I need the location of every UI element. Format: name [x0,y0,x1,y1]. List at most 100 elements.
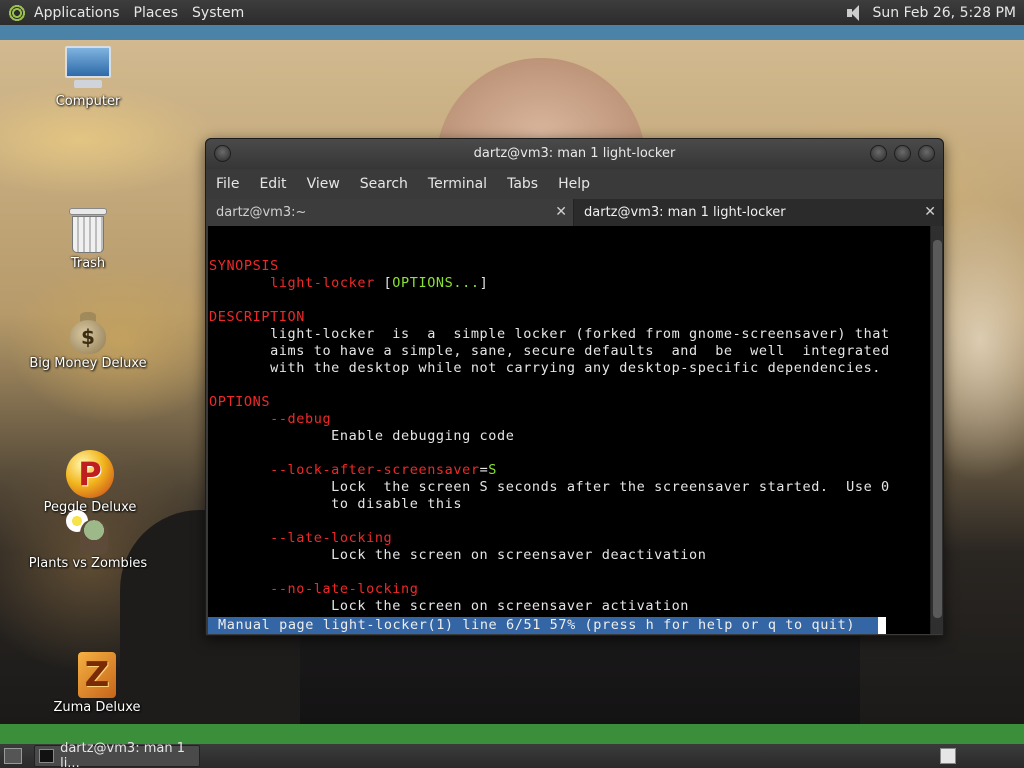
desktop-icon-label: Computer [55,94,121,109]
window-title: dartz@vm3: man 1 light-locker [473,146,676,161]
terminal-line: to disable this [208,496,930,513]
terminal-line: DESCRIPTION [208,309,930,326]
bottom-panel: dartz@vm3: man 1 li... [0,741,1024,768]
terminal-line: --late-locking [208,530,930,547]
show-desktop-icon[interactable] [4,748,22,764]
tab-close-icon[interactable]: ✕ [555,199,567,226]
terminal-text-segment: light-locker is a simple locker (forked … [209,326,890,342]
top-panel: Applications Places System Sun Feb 26, 5… [0,0,1024,25]
tab-label: dartz@vm3:~ [216,205,307,220]
terminal-text-segment: = [479,462,489,478]
menu-tabs[interactable]: Tabs [507,176,538,192]
taskbar-button-terminal[interactable]: dartz@vm3: man 1 li... [34,741,200,768]
top-panel-strip [0,25,1024,40]
terminal-line: Lock the screen on screensaver deactivat… [208,547,930,564]
menu-help[interactable]: Help [558,176,590,192]
desktop-icon-trash[interactable]: Trash [28,208,148,271]
terminal-line: Lock the screen on screensaver activatio… [208,598,930,615]
terminal-text-segment: to disable this [209,496,463,512]
terminal-text-segment: Lock the screen on screensaver deactivat… [209,547,707,563]
desktop-icon-label: Trash [70,256,106,271]
places-menu[interactable]: Places [134,5,179,21]
terminal-text-segment: --lock-after-screensaver [270,462,480,478]
tab-man-light-locker[interactable]: dartz@vm3: man 1 light-locker ✕ [574,199,943,226]
tab-home[interactable]: dartz@vm3:~ ✕ [206,199,574,226]
tab-label: dartz@vm3: man 1 light-locker [584,205,786,220]
desktop-icon-peggle-deluxe[interactable]: P Peggle Deluxe [30,450,150,515]
terminal-text-segment: --late-locking [270,530,393,546]
system-menu[interactable]: System [192,5,244,21]
terminal-cursor [878,617,886,634]
menu-search[interactable]: Search [360,176,408,192]
terminal-text-segment: --no-late-locking [270,581,419,597]
terminal-text-segment: ] [479,275,489,291]
desktop-icon-label: Big Money Deluxe [29,356,147,371]
distro-logo-icon[interactable] [8,3,26,22]
desktop-icon-computer[interactable]: Computer [28,46,148,109]
maximize-button[interactable] [894,145,911,162]
money-bag-icon: $ [70,312,106,354]
terminal-line: --debug [208,411,930,428]
workspace-switcher-icon[interactable] [940,748,956,764]
menu-edit[interactable]: Edit [259,176,286,192]
terminal-text-segment: Lock the screen on screensaver activatio… [209,598,690,614]
applications-menu[interactable]: Applications [34,5,120,21]
menu-file[interactable]: File [216,176,239,192]
desktop-icon-big-money-deluxe[interactable]: $ Big Money Deluxe [28,312,148,371]
terminal-line: --no-late-locking [208,581,930,598]
plants-vs-zombies-icon [66,510,110,554]
close-button[interactable] [918,145,935,162]
scrollbar-thumb[interactable] [933,240,942,618]
tab-close-icon[interactable]: ✕ [924,199,936,226]
terminal-line: Enable debugging code [208,428,930,445]
terminal-text-segment: aims to have a simple, sane, secure defa… [209,343,890,359]
man-page-text: SYNOPSIS light-locker [OPTIONS...] DESCR… [208,258,930,634]
desktop-icon-plants-vs-zombies[interactable]: Plants vs Zombies [28,510,148,571]
window-titlebar[interactable]: dartz@vm3: man 1 light-locker [206,139,943,169]
terminal-text-segment: OPTIONS... [392,275,480,291]
terminal-menubar: File Edit View Search Terminal Tabs Help [206,169,943,199]
zuma-icon: Z [78,652,116,698]
terminal-text-segment: OPTIONS [209,394,271,410]
peggle-icon: P [66,450,114,498]
terminal-text-segment: S [488,462,498,478]
terminal-text-segment: DESCRIPTION [209,309,306,325]
terminal-line: OPTIONS [208,394,930,411]
terminal-scrollbar[interactable] [930,226,943,634]
terminal-text-segment: Lock the screen S seconds after the scre… [209,479,890,495]
clock[interactable]: Sun Feb 26, 5:28 PM [873,5,1016,21]
terminal-text-segment: SYNOPSIS [209,258,279,274]
minimize-button[interactable] [870,145,887,162]
terminal-line: Lock the screen S seconds after the scre… [208,479,930,496]
terminal-line: SYNOPSIS [208,258,930,275]
tab-bar: dartz@vm3:~ ✕ dartz@vm3: man 1 light-loc… [206,199,943,226]
pager-status-line: Manual page light-locker(1) line 6/51 57… [208,617,878,634]
terminal-line: aims to have a simple, sane, secure defa… [208,343,930,360]
menu-terminal[interactable]: Terminal [428,176,487,192]
volume-icon[interactable] [843,4,865,22]
terminal-output[interactable]: SYNOPSIS light-locker [OPTIONS...] DESCR… [208,226,930,634]
terminal-text-segment: Enable debugging code [209,428,515,444]
terminal-icon [39,749,55,763]
desktop-icon-zuma-deluxe[interactable]: Z Zuma Deluxe [37,652,157,715]
terminal-text-segment: --debug [270,411,332,427]
terminal-text-segment: light-locker [270,275,375,291]
terminal-text-segment: [ [374,275,393,291]
menu-view[interactable]: View [307,176,340,192]
terminal-window[interactable]: dartz@vm3: man 1 light-locker File Edit … [205,138,944,636]
desktop-icon-label: Plants vs Zombies [28,556,148,571]
terminal-text-segment: with the desktop while not carrying any … [209,360,882,376]
desktop-icon-label: Zuma Deluxe [53,700,141,715]
window-menu-button[interactable] [214,145,231,162]
terminal-line: with the desktop while not carrying any … [208,360,930,377]
